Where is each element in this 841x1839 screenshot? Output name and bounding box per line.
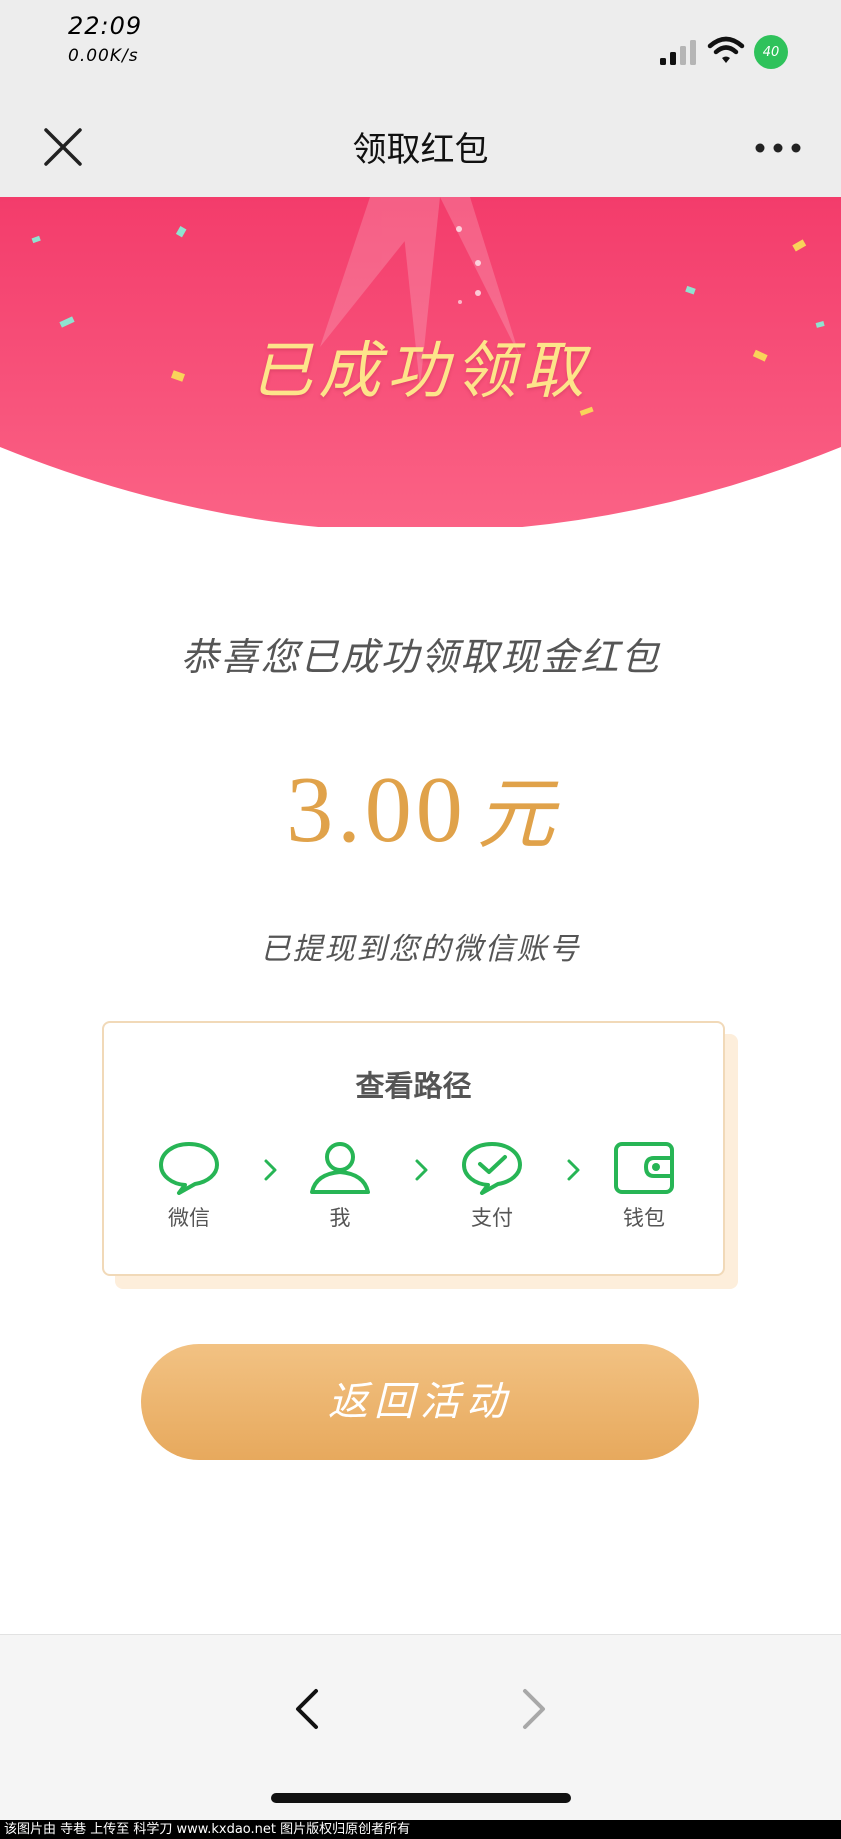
path-step-me: 我	[285, 1140, 395, 1232]
home-indicator[interactable]	[271, 1793, 571, 1803]
amount-display: 3.00 元	[0, 752, 841, 864]
wallet-icon	[614, 1142, 674, 1194]
more-icon[interactable]	[754, 130, 802, 166]
congrats-message: 恭喜您已成功领取现金红包	[180, 635, 661, 679]
chevron-right-icon	[415, 1159, 428, 1181]
page-title: 领取红包	[352, 130, 489, 170]
chat-bubble-icon	[159, 1142, 219, 1195]
status-time: 22:09	[68, 12, 143, 40]
path-step-wechat: 微信	[134, 1140, 244, 1232]
path-step-label: 支付	[471, 1206, 513, 1230]
path-step-label: 微信	[168, 1206, 210, 1230]
path-step-pay: 支付	[437, 1140, 547, 1232]
amount-value: 3.00	[286, 758, 467, 862]
success-banner: 已成功领取	[0, 197, 841, 527]
chevron-right-icon[interactable]	[513, 1685, 553, 1733]
user-icon	[310, 1142, 370, 1194]
banner-title: 已成功领取	[250, 334, 591, 407]
signal-icon	[660, 40, 696, 65]
wifi-icon	[707, 36, 745, 63]
back-to-activity-button[interactable]: 返回活动	[141, 1344, 699, 1460]
browser-bottom-nav	[0, 1634, 841, 1821]
path-step-label: 钱包	[623, 1206, 665, 1230]
chevron-right-icon	[264, 1159, 277, 1181]
chevron-right-icon	[567, 1159, 580, 1181]
path-card: 查看路径 微信 我 支付 钱包	[102, 1021, 725, 1276]
path-step-label: 我	[329, 1206, 351, 1230]
amount-unit: 元	[476, 770, 555, 860]
watermark-caption: 该图片由 寺巷 上传至 科学刀 www.kxdao.net 图片版权归原创者所有	[0, 1820, 841, 1839]
withdraw-note: 已提现到您的微信账号	[260, 932, 581, 967]
top-bar: 22:09 0.00K/s 40 领取红包	[0, 0, 841, 197]
path-card-title: 查看路径	[355, 1069, 472, 1103]
path-step-wallet: 钱包	[589, 1140, 699, 1232]
pay-check-icon	[462, 1142, 522, 1195]
network-speed: 0.00K/s	[68, 46, 139, 66]
battery-badge: 40	[754, 35, 788, 69]
chevron-left-icon[interactable]	[288, 1685, 328, 1733]
